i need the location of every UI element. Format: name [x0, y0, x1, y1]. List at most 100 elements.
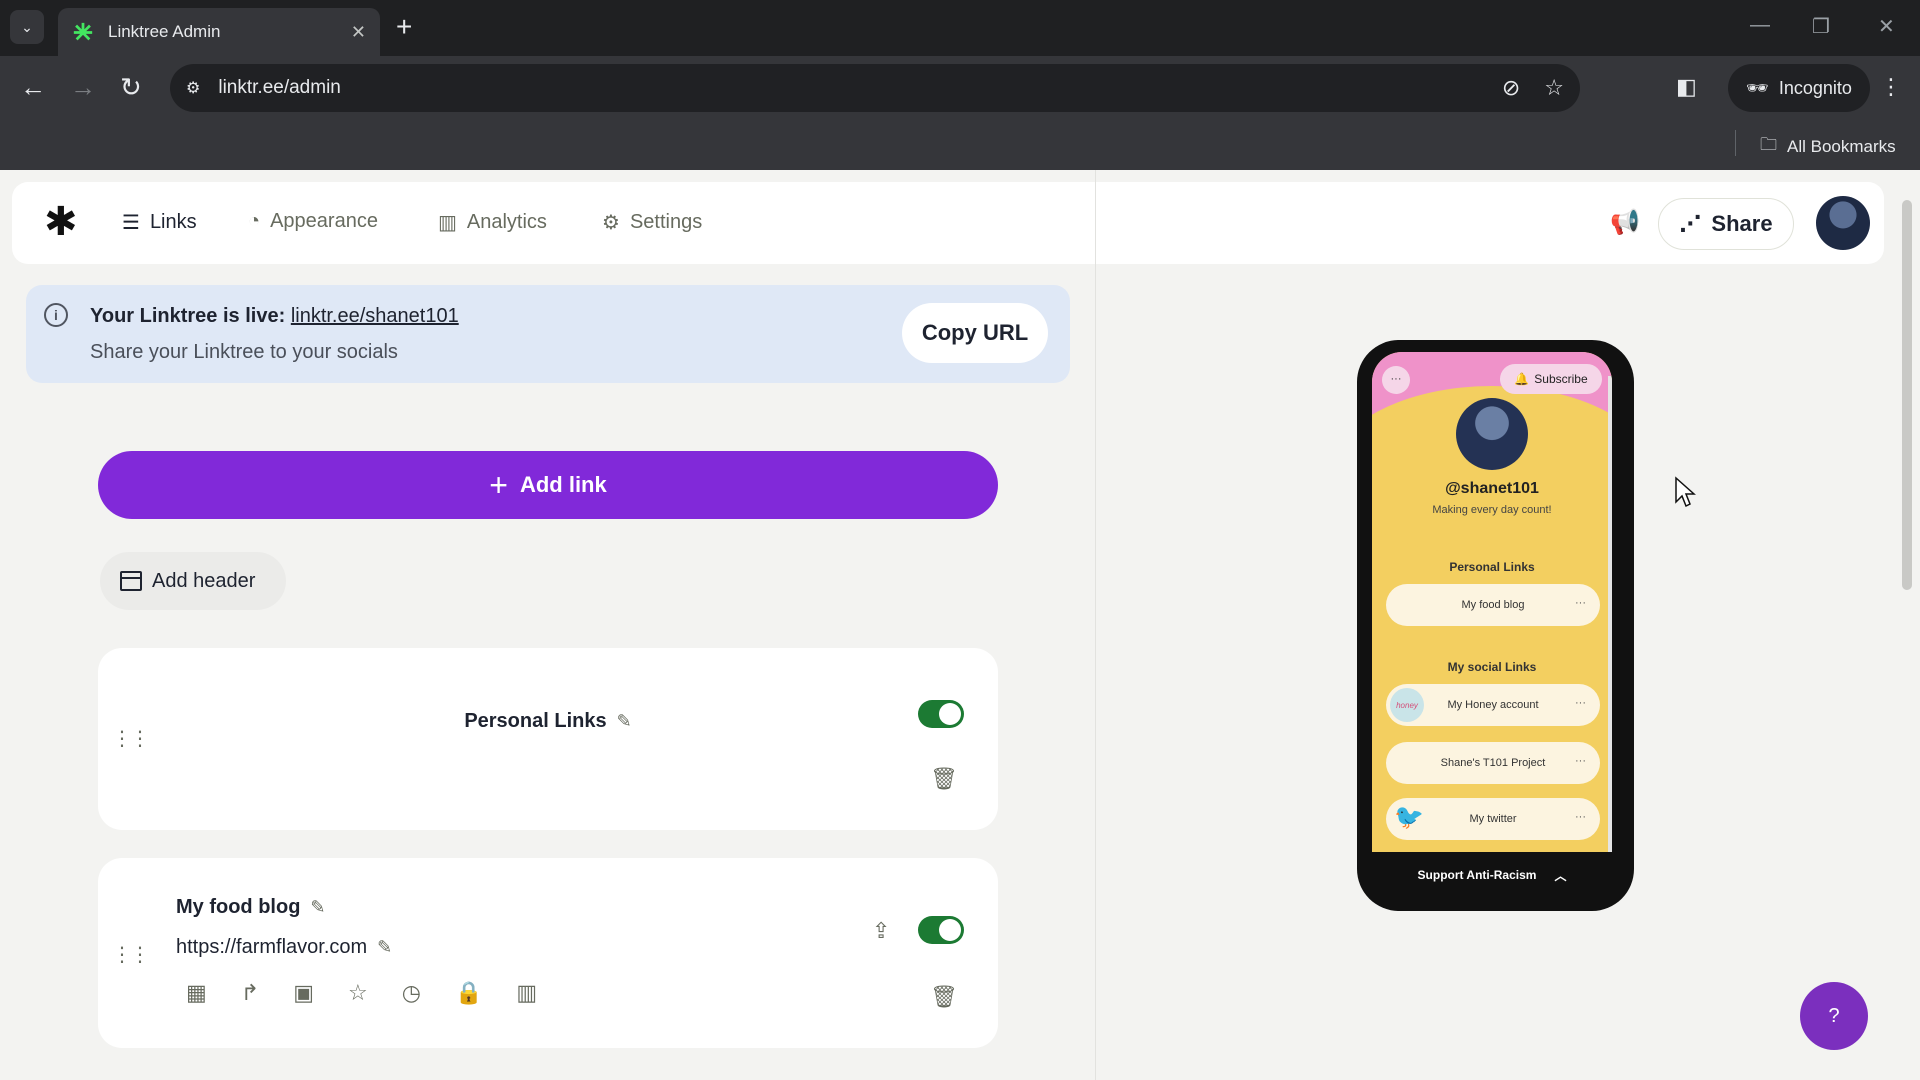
layout-icon[interactable]: ▦	[186, 980, 207, 1006]
mouse-cursor-icon	[1675, 476, 1696, 508]
top-navigation: ✱ ☰ Links ◔ Appearance ▥ Analytics ⚙ Set…	[12, 182, 1884, 264]
site-info-icon[interactable]: ⚙	[186, 78, 200, 98]
forward-icon[interactable]: →	[70, 72, 96, 102]
shapes-icon: ◔	[248, 210, 261, 232]
browser-menu-icon[interactable]: ⋮	[1880, 74, 1902, 100]
linktree-admin-app: ✱ ☰ Links ◔ Appearance ▥ Analytics ⚙ Set…	[0, 170, 1920, 1080]
more-options-icon[interactable]: ···	[1382, 366, 1410, 394]
restore-icon[interactable]: ❐	[1812, 14, 1830, 39]
trash-icon[interactable]: 🗑	[930, 766, 958, 792]
nav-links-label: Links	[149, 211, 197, 233]
preview-link-label: My food blog	[1461, 599, 1525, 611]
plus-icon: +	[489, 467, 508, 503]
more-options-icon[interactable]: ···	[1575, 597, 1586, 609]
preview-scrollbar[interactable]	[1608, 376, 1612, 876]
preview-link-button[interactable]: Shane's T101 Project ···	[1386, 742, 1600, 784]
tab-title: Linktree Admin	[108, 22, 221, 41]
browser-tab[interactable]: Linktree Admin ✕	[58, 8, 380, 56]
header-title[interactable]: Personal Links ✎	[98, 710, 998, 733]
live-url-link[interactable]: linktr.ee/shanet101	[291, 305, 459, 327]
nav-analytics[interactable]: ▥ Analytics	[438, 210, 547, 235]
link-visibility-toggle[interactable]	[918, 916, 964, 944]
all-bookmarks-button[interactable]: 🗀 All Bookmarks	[1760, 132, 1896, 161]
drag-handle-icon[interactable]: ⋮⋮	[112, 729, 150, 749]
new-tab-button[interactable]: +	[396, 12, 412, 42]
header-visibility-toggle[interactable]	[918, 700, 964, 728]
preview-link-button[interactable]: My food blog ···	[1386, 584, 1600, 626]
add-link-button[interactable]: + Add link	[98, 451, 998, 519]
edit-pencil-icon[interactable]: ✎	[617, 711, 632, 731]
drag-handle-icon[interactable]: ⋮⋮	[112, 945, 150, 965]
edit-pencil-icon[interactable]: ✎	[377, 937, 392, 957]
bar-chart-icon: ▥	[438, 212, 457, 234]
incognito-icon: 🕶	[1746, 77, 1769, 98]
subscribe-button[interactable]: 🔔 Subscribe	[1500, 364, 1602, 394]
preview-link-button[interactable]: honey My Honey account ···	[1386, 684, 1600, 726]
honey-thumbnail: honey	[1390, 688, 1424, 722]
close-window-icon[interactable]: ✕	[1878, 14, 1895, 39]
share-button[interactable]: ⋰ Share	[1658, 198, 1794, 250]
more-options-icon[interactable]: ···	[1575, 755, 1586, 767]
more-options-icon[interactable]: ···	[1575, 811, 1586, 823]
eye-off-icon[interactable]: ⊘	[1502, 75, 1520, 101]
add-link-label: Add link	[519, 472, 607, 497]
link-tools: ▦ ↱ ▣ ☆ ◷ 🔒 ▥	[186, 980, 537, 1006]
header-icon	[120, 571, 142, 591]
share-label: Share	[1711, 211, 1773, 236]
more-options-icon[interactable]: ···	[1575, 697, 1586, 709]
minimize-icon[interactable]: —	[1750, 14, 1770, 37]
preview-screen: ··· 🔔 Subscribe @shanet101 Making every …	[1372, 352, 1612, 882]
bookmarks-bar: 🗀 All Bookmarks	[0, 120, 1920, 170]
side-panel-icon[interactable]: ◧	[1676, 74, 1697, 100]
link-title[interactable]: My food blog ✎	[176, 896, 326, 919]
address-url[interactable]: linktr.ee/admin	[218, 77, 1477, 99]
link-title-text: My food blog	[176, 896, 301, 918]
share-link-icon[interactable]: ⇪	[872, 918, 890, 944]
incognito-indicator[interactable]: 🕶 Incognito	[1728, 64, 1870, 112]
add-header-label: Add header	[152, 569, 256, 592]
preview-link-button[interactable]: 🐦 My twitter ···	[1386, 798, 1600, 840]
link-url[interactable]: https://farmflavor.com ✎	[176, 936, 392, 959]
nav-appearance-label: Appearance	[270, 210, 378, 232]
schedule-icon[interactable]: ◷	[402, 980, 421, 1006]
bookmark-star-icon[interactable]: ☆	[1544, 75, 1564, 101]
add-header-button[interactable]: Add header	[100, 552, 286, 610]
live-banner-subtext: Share your Linktree to your socials	[90, 341, 398, 363]
list-icon: ☰	[122, 212, 140, 234]
lock-icon[interactable]: 🔒	[455, 980, 482, 1006]
edit-pencil-icon[interactable]: ✎	[310, 897, 325, 917]
linktree-logo-icon[interactable]: ✱	[44, 202, 78, 242]
analytics-icon[interactable]: ▥	[516, 980, 537, 1006]
subscribe-label: Subscribe	[1534, 372, 1588, 386]
trash-icon[interactable]: 🗑	[930, 984, 958, 1010]
incognito-label: Incognito	[1778, 77, 1852, 98]
tab-search-button[interactable]: ⌄	[10, 10, 44, 44]
thumbnail-image-icon[interactable]: ▣	[293, 980, 314, 1006]
live-banner: i Your Linktree is live: linktr.ee/shane…	[26, 285, 1070, 383]
linktree-favicon-icon	[73, 22, 93, 41]
redirect-icon[interactable]: ↱	[241, 980, 259, 1006]
share-icon: ⋰	[1679, 211, 1702, 236]
page-scrollbar[interactable]	[1900, 180, 1914, 1070]
preview-link-label: My Honey account	[1447, 699, 1539, 711]
bookmarks-divider	[1735, 130, 1736, 156]
nav-appearance[interactable]: ◔ Appearance	[248, 210, 378, 233]
prioritize-star-icon[interactable]: ☆	[348, 980, 368, 1006]
scrollbar-thumb[interactable]	[1902, 200, 1912, 590]
chevron-up-icon: ︿	[1554, 868, 1567, 883]
gear-icon: ⚙	[602, 212, 620, 234]
reload-icon[interactable]: ↻	[120, 72, 142, 102]
live-text: Your Linktree is live:	[90, 305, 286, 327]
preview-footer[interactable]: Support Anti-Racism ︿	[1372, 852, 1612, 898]
back-icon[interactable]: ←	[20, 72, 46, 102]
address-bar[interactable]: ⚙ linktr.ee/admin ⊘ ☆	[170, 64, 1580, 112]
profile-avatar[interactable]	[1816, 196, 1870, 250]
nav-settings[interactable]: ⚙ Settings	[602, 210, 702, 235]
help-button[interactable]: ?	[1800, 982, 1868, 1050]
close-tab-icon[interactable]: ✕	[351, 22, 366, 43]
preview-section-title: Personal Links	[1449, 560, 1535, 574]
copy-url-button[interactable]: Copy URL	[902, 303, 1048, 363]
nav-links[interactable]: ☰ Links	[122, 210, 197, 235]
megaphone-icon[interactable]: 📢	[1610, 208, 1640, 237]
editor-preview-divider	[1095, 170, 1096, 1080]
